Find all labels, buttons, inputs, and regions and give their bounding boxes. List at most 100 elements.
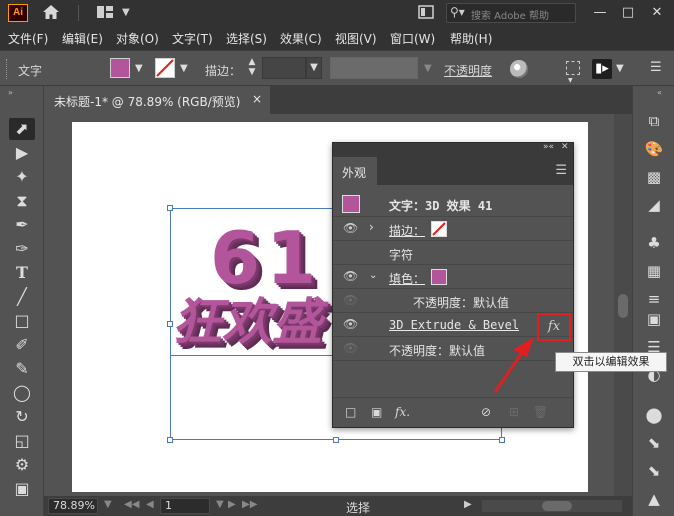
menu-help[interactable]: 帮助(H) [450,30,492,47]
brushes-panel-icon[interactable]: ≡ [641,288,667,310]
close-button[interactable]: ✕ [646,3,668,23]
status-menu-button[interactable]: ▶ [464,499,472,510]
panel-menu-icon[interactable]: ☰ [650,60,662,75]
workspace-icon[interactable] [96,4,114,22]
selection-handle[interactable] [167,437,173,443]
menu-effect[interactable]: 效果(C) [280,30,322,47]
fill-swatch[interactable] [110,58,130,78]
rectangle-tool-icon[interactable]: □ [9,310,35,332]
eye-icon[interactable]: 👁 [343,317,358,331]
scrollbar-thumb[interactable] [618,294,628,318]
first-artboard-button[interactable]: ◀◀ [124,499,139,510]
chevron-down-icon[interactable]: ▼ [180,63,188,74]
edit-effect-button[interactable]: fx [537,313,571,341]
fill-row[interactable]: 👁 ⌄ 填色： [333,265,573,289]
opacity-label[interactable]: 不透明度：默认值 [389,342,485,359]
document-tab[interactable]: 未标题-1* @ 78.89% (RGB/预览) × [44,86,270,114]
trash-icon[interactable]: 🗑 [533,405,548,419]
close-tab-icon[interactable]: × [252,92,262,106]
chevron-down-icon[interactable]: ▼ [424,63,432,74]
shaper-tool-icon[interactable]: ✎ [9,358,35,380]
selection-tool-icon[interactable]: ⬈ [9,118,35,140]
duplicate-icon[interactable]: ⊞ [509,405,519,419]
stroke-swatch[interactable] [155,58,175,78]
artboard-dropdown[interactable]: ▼ [216,499,224,510]
stroke-weight-stepper[interactable]: ▲ ▼ [244,57,260,79]
selection-handle[interactable] [499,437,505,443]
type-tool-icon[interactable]: T [9,262,35,284]
curvature-tool-icon[interactable]: ✑ [9,238,35,260]
eye-icon[interactable]: 👁 [343,221,358,235]
color-guide-panel-icon[interactable]: ▩ [641,166,667,188]
paintbrush-tool-icon[interactable]: ✐ [9,334,35,356]
selection-handle[interactable] [167,321,173,327]
layers-panel-icon[interactable]: ⬤ [641,404,667,426]
chevron-down-icon[interactable]: ▼ [122,4,130,22]
eye-icon[interactable]: 👁 [343,293,358,307]
stroke-weight-input[interactable] [262,57,306,79]
selection-handle[interactable] [167,205,173,211]
eye-icon[interactable]: 👁 [343,269,358,283]
fill-swatch[interactable] [431,269,447,285]
chevron-down-icon[interactable]: ⌄ [369,270,377,281]
horizontal-scrollbar[interactable] [482,500,622,512]
menu-view[interactable]: 视图(V) [335,30,377,47]
magic-wand-tool-icon[interactable]: ✦ [9,166,35,188]
home-icon[interactable] [42,4,60,22]
libraries-panel-icon[interactable]: ▲ [641,488,667,510]
rotate-tool-icon[interactable]: ↻ [9,406,35,428]
asset-export-panel-icon[interactable]: ⬊ [641,460,667,482]
selection-handle[interactable] [333,437,339,443]
pen-tool-icon[interactable]: ✒ [9,214,35,236]
minimize-button[interactable]: — [589,3,611,23]
chevron-down-icon[interactable]: ▼ [135,63,143,74]
transform-panel-icon[interactable]: ⧉ [641,110,667,132]
clear-icon[interactable]: ⊘ [481,405,491,419]
recolor-artwork-icon[interactable] [510,60,528,78]
menu-select[interactable]: 选择(S) [226,30,267,47]
menu-type[interactable]: 文字(T) [172,30,213,47]
stroke-weight-dropdown[interactable]: ▼ [306,57,322,79]
effect-label[interactable]: 3D Extrude & Bevel [389,318,519,332]
menu-window[interactable]: 窗口(W) [390,30,435,47]
lasso-tool-icon[interactable]: ⧗ [9,190,35,212]
prev-artboard-button[interactable]: ◀ [146,499,154,510]
zoom-level[interactable]: 78.89% [48,498,98,514]
search-field[interactable]: ⚲▾ 搜索 Adobe 帮助 [446,3,576,23]
zoom-dropdown[interactable]: ▼ [104,499,112,510]
warp-tool-icon[interactable]: ⚙ [9,454,35,476]
close-panel-icon[interactable]: ✕ [561,142,569,152]
color-panel-icon[interactable]: 🎨 [641,138,667,160]
tab-appearance[interactable]: 外观 [333,157,377,185]
appearance-title-row[interactable]: 文字：3D 效果 41 [333,191,573,217]
align-grid-icon[interactable] [566,61,580,75]
collapse-panel-icon[interactable]: »« [543,142,554,152]
last-artboard-button[interactable]: ▶▶ [242,499,257,510]
stroke-swatch[interactable] [431,221,447,237]
fill-label[interactable]: 填色： [389,270,425,287]
arrange-documents-icon[interactable] [418,4,434,22]
scale-tool-icon[interactable]: ◱ [9,430,35,452]
chevron-down-icon[interactable]: ▼ [568,77,573,84]
vertical-scrollbar[interactable] [614,114,632,496]
eraser-tool-icon[interactable]: ◯ [9,382,35,404]
menu-edit[interactable]: 编辑(E) [62,30,103,47]
swatches-panel-icon[interactable]: ▦ [641,260,667,282]
eye-icon[interactable]: 👁 [343,341,358,355]
gradient-panel-icon[interactable]: ◢ [641,194,667,216]
maximize-button[interactable]: □ [617,3,639,23]
opacity-label[interactable]: 不透明度 [444,62,492,79]
new-stroke-icon[interactable]: □ [345,405,356,419]
new-fill-icon[interactable]: ▣ [371,405,382,419]
dock-collapse-icon[interactable]: « [657,88,662,97]
artboards-panel-icon[interactable]: ⬊ [641,432,667,454]
chevron-down-icon[interactable]: ▼ [616,63,624,74]
symbols-panel-icon[interactable]: ♣ [641,232,667,254]
variable-width-profile[interactable] [330,57,418,79]
artboard-number[interactable]: 1 [160,498,210,514]
line-tool-icon[interactable]: ╱ [9,286,35,308]
direct-selection-tool-icon[interactable]: ▶ [9,142,35,164]
scrollbar-thumb[interactable] [542,501,572,511]
panel-menu-icon[interactable]: ☰ [555,163,567,178]
next-artboard-button[interactable]: ▶ [228,499,236,510]
